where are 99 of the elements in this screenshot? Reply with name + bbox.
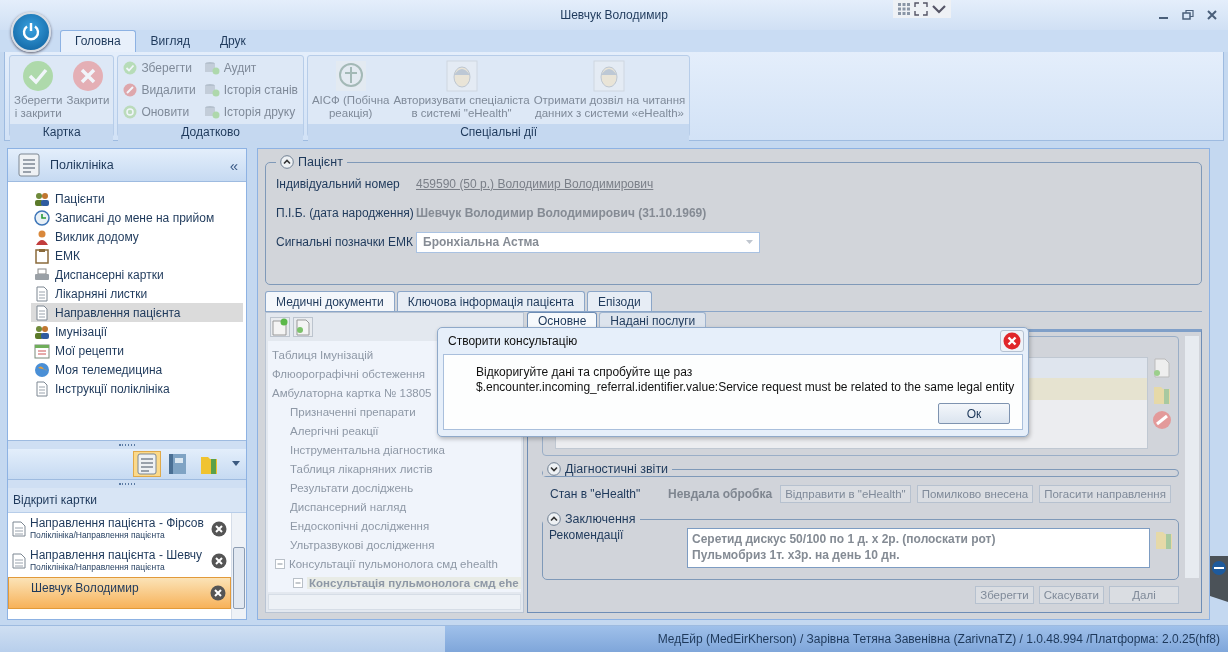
close-icon[interactable] (1206, 9, 1218, 21)
dialog-title: Створити консультацію (448, 334, 578, 348)
ribbon-group-label: Спеціальні дії (307, 124, 690, 141)
field-value: Шевчук Володимир Володимирович (31.10.1969) (416, 206, 707, 220)
nav-item[interactable]: Моя телемедицина (31, 360, 243, 379)
close-button[interactable] (1000, 330, 1024, 352)
nav-item[interactable]: Пацієнти (31, 189, 243, 208)
sidebar-title: Поліклініка (50, 158, 115, 172)
power-icon (20, 21, 42, 43)
expand-icon[interactable] (914, 2, 928, 16)
open-card-path: Поліклініка/Направлення пацієнта (30, 562, 166, 572)
person-icon (34, 228, 50, 245)
dropdown-caret-icon[interactable] (232, 461, 240, 467)
recommendations-field[interactable]: Серетид дискус 50/100 по 1 д. х 2р. (полоскати рот) Пульмобриз 1т. х3р. на день 10 дн. (687, 528, 1150, 568)
view-button[interactable] (133, 451, 161, 477)
ribbon-group-label: Картка (10, 124, 114, 141)
scrollbar[interactable] (231, 513, 246, 619)
field-label: Рекомендації (548, 528, 625, 544)
list-document-icon (137, 453, 157, 475)
nav-item[interactable]: Записані до мене на прийом (31, 208, 243, 227)
open-card-item[interactable]: Направлення пацієнта - Фірсов Поліклініка/Направлення пацієнта (8, 513, 231, 545)
open-card-title: Шевчук Володимир (31, 581, 140, 595)
delete-icon (123, 83, 138, 97)
document-icon (34, 304, 50, 321)
nav-item[interactable]: Направлення пацієнта (31, 303, 243, 322)
ribbon-tab[interactable]: Друк (204, 30, 261, 52)
nav-item[interactable]: Інструкції поліклініка (31, 379, 243, 398)
dialog-message: Відкоригуйте дані та спробуйте ще раз (476, 365, 694, 380)
open-cards-title: Відкриті картки (13, 493, 97, 507)
document-tab[interactable]: Епізоди (587, 291, 652, 311)
refresh-icon (123, 105, 138, 119)
clipboard-icon (34, 247, 50, 264)
database-icon (203, 105, 220, 119)
cross-icon (71, 60, 104, 92)
ribbon-tab[interactable]: Вигляд (135, 30, 205, 52)
section-title: Заключення (565, 512, 636, 526)
collapse-chevron-icon[interactable] (547, 512, 561, 526)
close-icon[interactable] (211, 521, 227, 537)
nav-item[interactable]: Мої рецепти (31, 341, 243, 360)
field-label: Сигнальні позначки ЕМК (276, 235, 415, 249)
field-label: П.І.Б. (дата народження) (276, 206, 415, 220)
restore-icon[interactable] (1182, 9, 1194, 21)
binder-icon (168, 453, 188, 475)
document-tab[interactable]: Медичні документи (265, 291, 395, 311)
document-icon (12, 553, 26, 569)
chevron-down-icon[interactable] (931, 2, 947, 16)
delete-icon[interactable] (1152, 409, 1172, 431)
close-icon[interactable] (211, 553, 227, 569)
close-icon[interactable] (210, 585, 226, 601)
face-icon (593, 60, 626, 92)
ok-button[interactable]: Ок (938, 403, 1010, 424)
clock-icon (34, 209, 50, 226)
check-icon (22, 60, 55, 92)
side-tab-icon[interactable] (1210, 556, 1228, 602)
expand-chevron-icon[interactable] (547, 462, 561, 476)
section-title: Пацієнт (298, 155, 343, 169)
nav-item[interactable]: Виклик додому (31, 227, 243, 246)
collapse-button[interactable]: « (227, 156, 240, 174)
field-label: Індивідуальний номер (276, 177, 401, 191)
open-card-title: Направлення пацієнта - Фірсов (30, 516, 205, 530)
status-text: МедЕйр (MedEirKherson) / Зарівна Тетяна Завенівна (ZarivnaTZ) / 1.0.48.994 /Платформа: 2.0.25(hf8) (445, 626, 1228, 652)
collapse-chevron-icon[interactable] (280, 155, 294, 169)
printer-icon (34, 266, 50, 283)
dropdown-caret-icon (746, 240, 753, 244)
section-title: Діагностичні звіти (565, 462, 669, 476)
people-icon (34, 190, 50, 207)
database-icon (203, 83, 220, 97)
nav-item[interactable]: Лікарняні листки (31, 284, 243, 303)
document-icon (34, 380, 50, 397)
close-icon (1003, 332, 1021, 350)
emblem-icon (334, 60, 367, 92)
add-document-icon (272, 318, 288, 336)
open-card-path: Поліклініка/Направлення пацієнта (30, 530, 166, 540)
nav-item[interactable]: ЕМК (31, 246, 243, 265)
status-value: Невдала обробка (668, 487, 773, 501)
people-icon (34, 323, 50, 340)
face-icon (445, 60, 478, 92)
grid-icon[interactable] (897, 2, 911, 16)
document-icon (34, 285, 50, 302)
globe-icon (34, 361, 50, 378)
database-icon (203, 61, 220, 75)
list-document-icon (18, 153, 40, 177)
nav-item[interactable]: Диспансерні картки (31, 265, 243, 284)
document-tab[interactable]: Ключова інформація пацієнта (396, 291, 586, 311)
document-icon (295, 318, 311, 336)
document-icon (12, 521, 26, 537)
open-card-item[interactable]: Шевчук Володимир (8, 577, 231, 609)
field-label: Стан в "eHealth" (550, 487, 642, 501)
open-card-title: Направлення пацієнта - Шевчу (30, 548, 203, 562)
ribbon-tab[interactable]: Головна (60, 30, 136, 52)
check-icon (123, 61, 138, 75)
combo-field[interactable]: Бронхіальна Астма (416, 231, 760, 253)
calendar-icon (34, 342, 50, 359)
window-title: Шевчук Володимир (560, 8, 668, 22)
ribbon-group-label: Додатково (118, 124, 303, 141)
nav-item[interactable]: Імунізації (31, 322, 243, 341)
dialog-message: $.encounter.incoming_referral.identifier.value:Service request must be related to the same legal entity (476, 380, 1015, 395)
patient-link[interactable]: 459590 (50 р.) Володимир Володимирович (416, 177, 654, 191)
open-card-item[interactable]: Направлення пацієнта - Шевчу Поліклініка/Направлення пацієнта (8, 545, 231, 577)
